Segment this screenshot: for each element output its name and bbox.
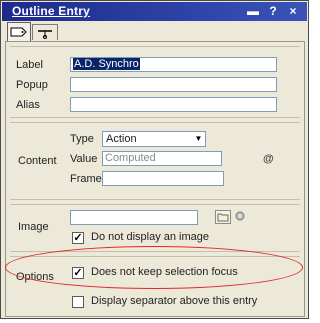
content-caption: Content [18,155,57,167]
browse-folder-button[interactable] [215,210,231,224]
title-bar[interactable]: Outline Entry ▬ ? × [2,2,307,21]
checkmark-icon: ✓ [73,232,83,244]
content-group: Content Type Action ▼ Value Computed @ F… [10,122,300,200]
separator-label: Display separator above this entry [91,295,258,307]
label-field-value: A.D. Synchro [73,58,140,70]
type-dropdown-value: Action [106,133,137,145]
window-menu-icon[interactable]: ▬ [246,4,260,18]
image-field[interactable] [70,210,198,225]
gear-icon [235,211,245,221]
tab-strip [2,21,307,41]
type-dropdown[interactable]: Action ▼ [102,131,206,147]
label-caption: Label [16,59,43,71]
alias-caption: Alias [16,99,40,111]
tab-advanced[interactable] [32,24,58,40]
value-caption: Value [70,153,98,165]
value-field[interactable]: Computed [102,151,222,166]
options-group: Options ✓ Does not keep selection focus … [10,256,300,312]
folder-icon [217,213,229,222]
image-settings-button[interactable] [233,210,249,224]
at-icon[interactable]: @ [263,153,274,165]
frame-caption: Frame [70,173,102,185]
tab-basics[interactable] [7,22,31,41]
tab-panel-basics: Label A.D. Synchro Popup Alias Content T… [5,41,305,317]
separator-checkbox[interactable] [72,296,84,308]
type-caption: Type [70,133,94,145]
basics-group: Label A.D. Synchro Popup Alias [10,46,300,118]
popup-field[interactable] [70,77,277,92]
tag-icon [10,27,27,37]
propeller-icon [38,30,52,39]
selection-focus-checkbox[interactable]: ✓ [72,267,84,279]
options-caption: Options [16,271,54,283]
checkmark-icon: ✓ [73,267,83,279]
dialog-title: Outline Entry [12,4,90,18]
alias-field[interactable] [70,97,277,112]
image-group: Image ✓ Do not display an image [10,204,300,252]
outline-entry-dialog: Outline Entry ▬ ? × Label A.D. Synchro P… [0,0,309,319]
selection-focus-label: Does not keep selection focus [91,266,238,278]
frame-field[interactable] [102,171,224,186]
no-image-checkbox[interactable]: ✓ [72,232,84,244]
help-icon[interactable]: ? [266,4,280,18]
chevron-down-icon: ▼ [194,134,203,143]
image-caption: Image [18,221,49,233]
label-field[interactable]: A.D. Synchro [70,57,277,72]
no-image-label: Do not display an image [91,231,210,243]
close-icon[interactable]: × [286,4,300,18]
popup-caption: Popup [16,79,48,91]
value-field-placeholder: Computed [105,152,156,164]
